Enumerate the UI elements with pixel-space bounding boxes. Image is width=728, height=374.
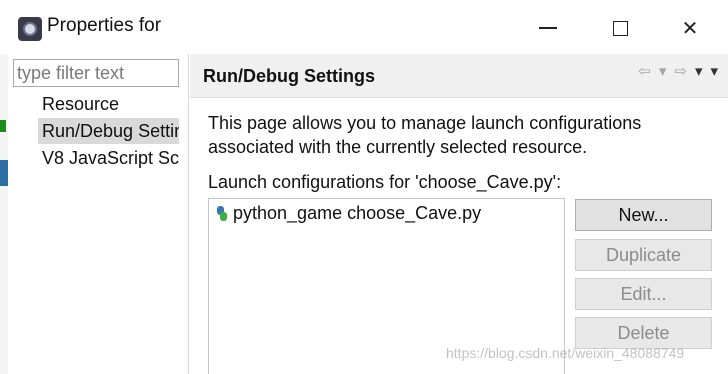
category-tree-panel: Resource Run/Debug Settings V8 JavaScrip…	[8, 54, 189, 374]
eclipse-app-icon	[18, 17, 42, 41]
page-header: Run/Debug Settings ⇦ ▾ ⇨ ▾ ▾	[190, 54, 728, 98]
page-content: This page allows you to manage launch co…	[190, 99, 728, 374]
python-launch-icon	[215, 205, 229, 223]
close-icon: ✕	[681, 17, 699, 40]
view-menu-icon[interactable]: ▾	[710, 62, 718, 80]
forward-arrow-icon[interactable]: ⇨	[674, 62, 687, 80]
tree-item-v8-javascript[interactable]: V8 JavaScript Sc	[38, 145, 179, 171]
maximize-button[interactable]	[597, 10, 643, 46]
minimize-button[interactable]	[525, 10, 571, 46]
launch-configurations-label: Launch configurations for 'choose_Cave.p…	[208, 172, 562, 192]
list-item-label: python_game choose_Cave.py	[233, 203, 482, 223]
edit-button[interactable]: Edit...	[575, 278, 712, 310]
back-dropdown-icon[interactable]: ▾	[659, 62, 667, 80]
forward-dropdown-icon[interactable]: ▾	[695, 62, 703, 80]
watermark: https://blog.csdn.net/weixin_48088749	[446, 345, 685, 361]
page-title: Run/Debug Settings	[203, 66, 375, 86]
background-artifact	[0, 120, 6, 132]
filter-input[interactable]	[13, 59, 179, 87]
window-title: Properties for	[47, 15, 162, 36]
tree-item-resource[interactable]: Resource	[38, 91, 179, 117]
back-arrow-icon[interactable]: ⇦	[638, 62, 651, 80]
background-window-edge	[0, 54, 8, 374]
duplicate-button[interactable]: Duplicate	[575, 239, 712, 271]
minimize-icon	[539, 27, 557, 29]
list-item[interactable]: python_game choose_Cave.py	[215, 203, 481, 224]
close-button[interactable]: ✕	[667, 10, 713, 46]
title-bar: Properties for ✕	[0, 0, 728, 54]
navigation-controls: ⇦ ▾ ⇨ ▾ ▾	[638, 62, 718, 80]
tree-item-run-debug-settings[interactable]: Run/Debug Settings	[38, 118, 179, 144]
maximize-icon	[612, 20, 628, 36]
new-button[interactable]: New...	[575, 199, 712, 231]
page-description: This page allows you to manage launch co…	[208, 113, 642, 157]
background-artifact	[0, 160, 8, 186]
